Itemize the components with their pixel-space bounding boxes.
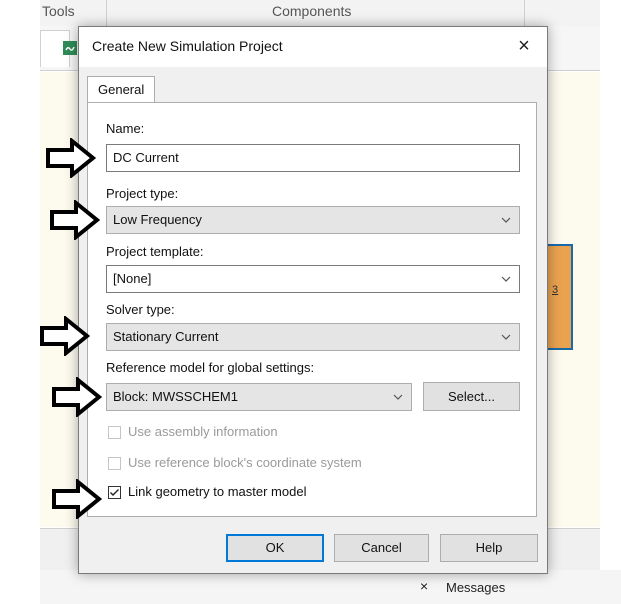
project-type-value: Low Frequency (113, 212, 202, 227)
pointer-arrow-icon (46, 138, 96, 178)
project-template-value: [None] (113, 271, 152, 286)
project-type-label: Project type: (106, 186, 179, 201)
project-type-select[interactable]: Low Frequency (106, 206, 520, 234)
checkmark-icon (110, 489, 119, 496)
use-block-coords-checkbox[interactable] (108, 457, 121, 470)
tools-menu-label[interactable]: Tools (42, 3, 75, 19)
pointer-arrow-icon (50, 200, 100, 240)
project-template-select[interactable]: [None] (106, 265, 520, 293)
name-label: Name: (106, 121, 145, 136)
ok-button[interactable]: OK (226, 534, 324, 562)
use-assembly-checkbox[interactable] (108, 426, 121, 439)
solver-type-label: Solver type: (106, 302, 175, 317)
schematic-block[interactable] (545, 244, 573, 350)
messages-close-icon[interactable]: × (420, 578, 428, 594)
dialog-title: Create New Simulation Project (92, 38, 283, 54)
pointer-arrow-icon (52, 479, 102, 519)
use-assembly-label: Use assembly information (128, 424, 278, 439)
chevron-down-icon (501, 217, 511, 223)
select-reference-button[interactable]: Select... (423, 382, 520, 411)
chevron-down-icon (393, 394, 403, 400)
reference-model-value: Block: MWSSCHEM1 (113, 389, 238, 404)
app-icon (63, 41, 77, 55)
app-toolbar: Tools Components (40, 0, 600, 27)
messages-tab-label[interactable]: Messages (446, 580, 505, 595)
cancel-button[interactable]: Cancel (334, 534, 429, 562)
solver-type-value: Stationary Current (113, 329, 219, 344)
reference-model-label: Reference model for global settings: (106, 360, 315, 375)
toolbar-divider (524, 0, 525, 26)
chevron-down-icon (501, 276, 511, 282)
help-button[interactable]: Help (440, 534, 538, 562)
solver-type-select[interactable]: Stationary Current (106, 323, 520, 351)
chevron-down-icon (501, 334, 511, 340)
pointer-arrow-icon (40, 316, 90, 356)
block-pin-label: 3 (552, 284, 559, 296)
use-block-coords-label: Use reference block's coordinate system (128, 455, 362, 470)
name-field[interactable]: DC Current (106, 144, 520, 172)
components-menu-label[interactable]: Components (272, 3, 351, 19)
link-geometry-label: Link geometry to master model (128, 484, 307, 499)
close-icon[interactable]: × (509, 32, 539, 60)
link-geometry-checkbox[interactable] (108, 486, 121, 499)
tab-general[interactable]: General (87, 76, 156, 103)
project-template-label: Project template: (106, 244, 204, 259)
reference-model-select[interactable]: Block: MWSSCHEM1 (106, 383, 412, 411)
background-tab[interactable] (40, 30, 77, 67)
toolbar-divider (106, 0, 107, 26)
messages-panel-header (40, 570, 621, 604)
pointer-arrow-icon (52, 377, 102, 417)
